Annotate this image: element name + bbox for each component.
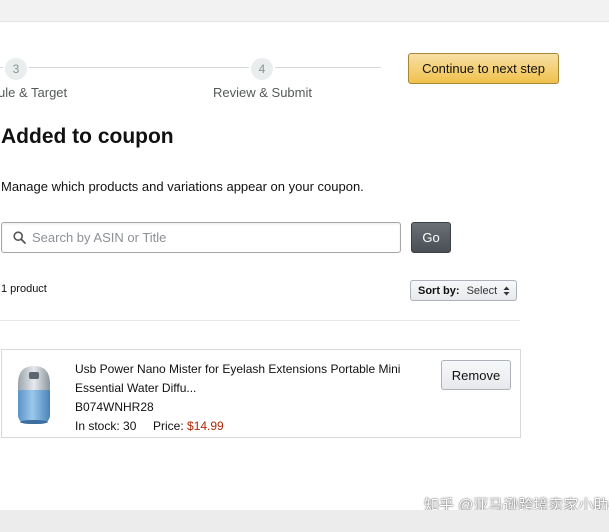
sort-dropdown[interactable]: Sort by: Select (410, 280, 517, 301)
product-price: Price: $14.99 (153, 419, 224, 433)
product-asin: B074WNHR28 (75, 400, 154, 414)
price-value: $14.99 (187, 419, 224, 433)
search-box[interactable] (1, 222, 401, 253)
page-title: Added to coupon (1, 125, 174, 148)
product-image-mister-icon (12, 360, 56, 426)
product-title[interactable]: Usb Power Nano Mister for Eyelash Extens… (75, 360, 415, 398)
remove-button[interactable]: Remove (441, 360, 511, 390)
search-input[interactable] (32, 230, 372, 245)
divider (0, 320, 520, 321)
product-card: Usb Power Nano Mister for Eyelash Extens… (1, 349, 521, 438)
product-count: 1 product (1, 283, 47, 295)
step-4-label: Review & Submit (213, 85, 312, 100)
continue-button[interactable]: Continue to next step (408, 53, 559, 84)
search-icon (12, 231, 26, 245)
step-3-circle: 3 (3, 56, 29, 82)
step-4-circle: 4 (249, 56, 275, 82)
bottom-bar (0, 510, 609, 532)
price-label: Price: (153, 419, 188, 433)
page-description: Manage which products and variations app… (1, 179, 364, 194)
sort-arrows-icon (503, 286, 510, 296)
sort-label: Sort by: (418, 284, 460, 297)
sort-value: Select (466, 284, 498, 297)
step-3-label: ule & Target (0, 85, 68, 100)
product-stock: In stock: 30 (75, 419, 137, 433)
coupon-page: 3 4 ule & Target Review & Submit Continu… (0, 0, 609, 514)
stepper-line (0, 67, 381, 68)
go-button[interactable]: Go (411, 222, 451, 253)
